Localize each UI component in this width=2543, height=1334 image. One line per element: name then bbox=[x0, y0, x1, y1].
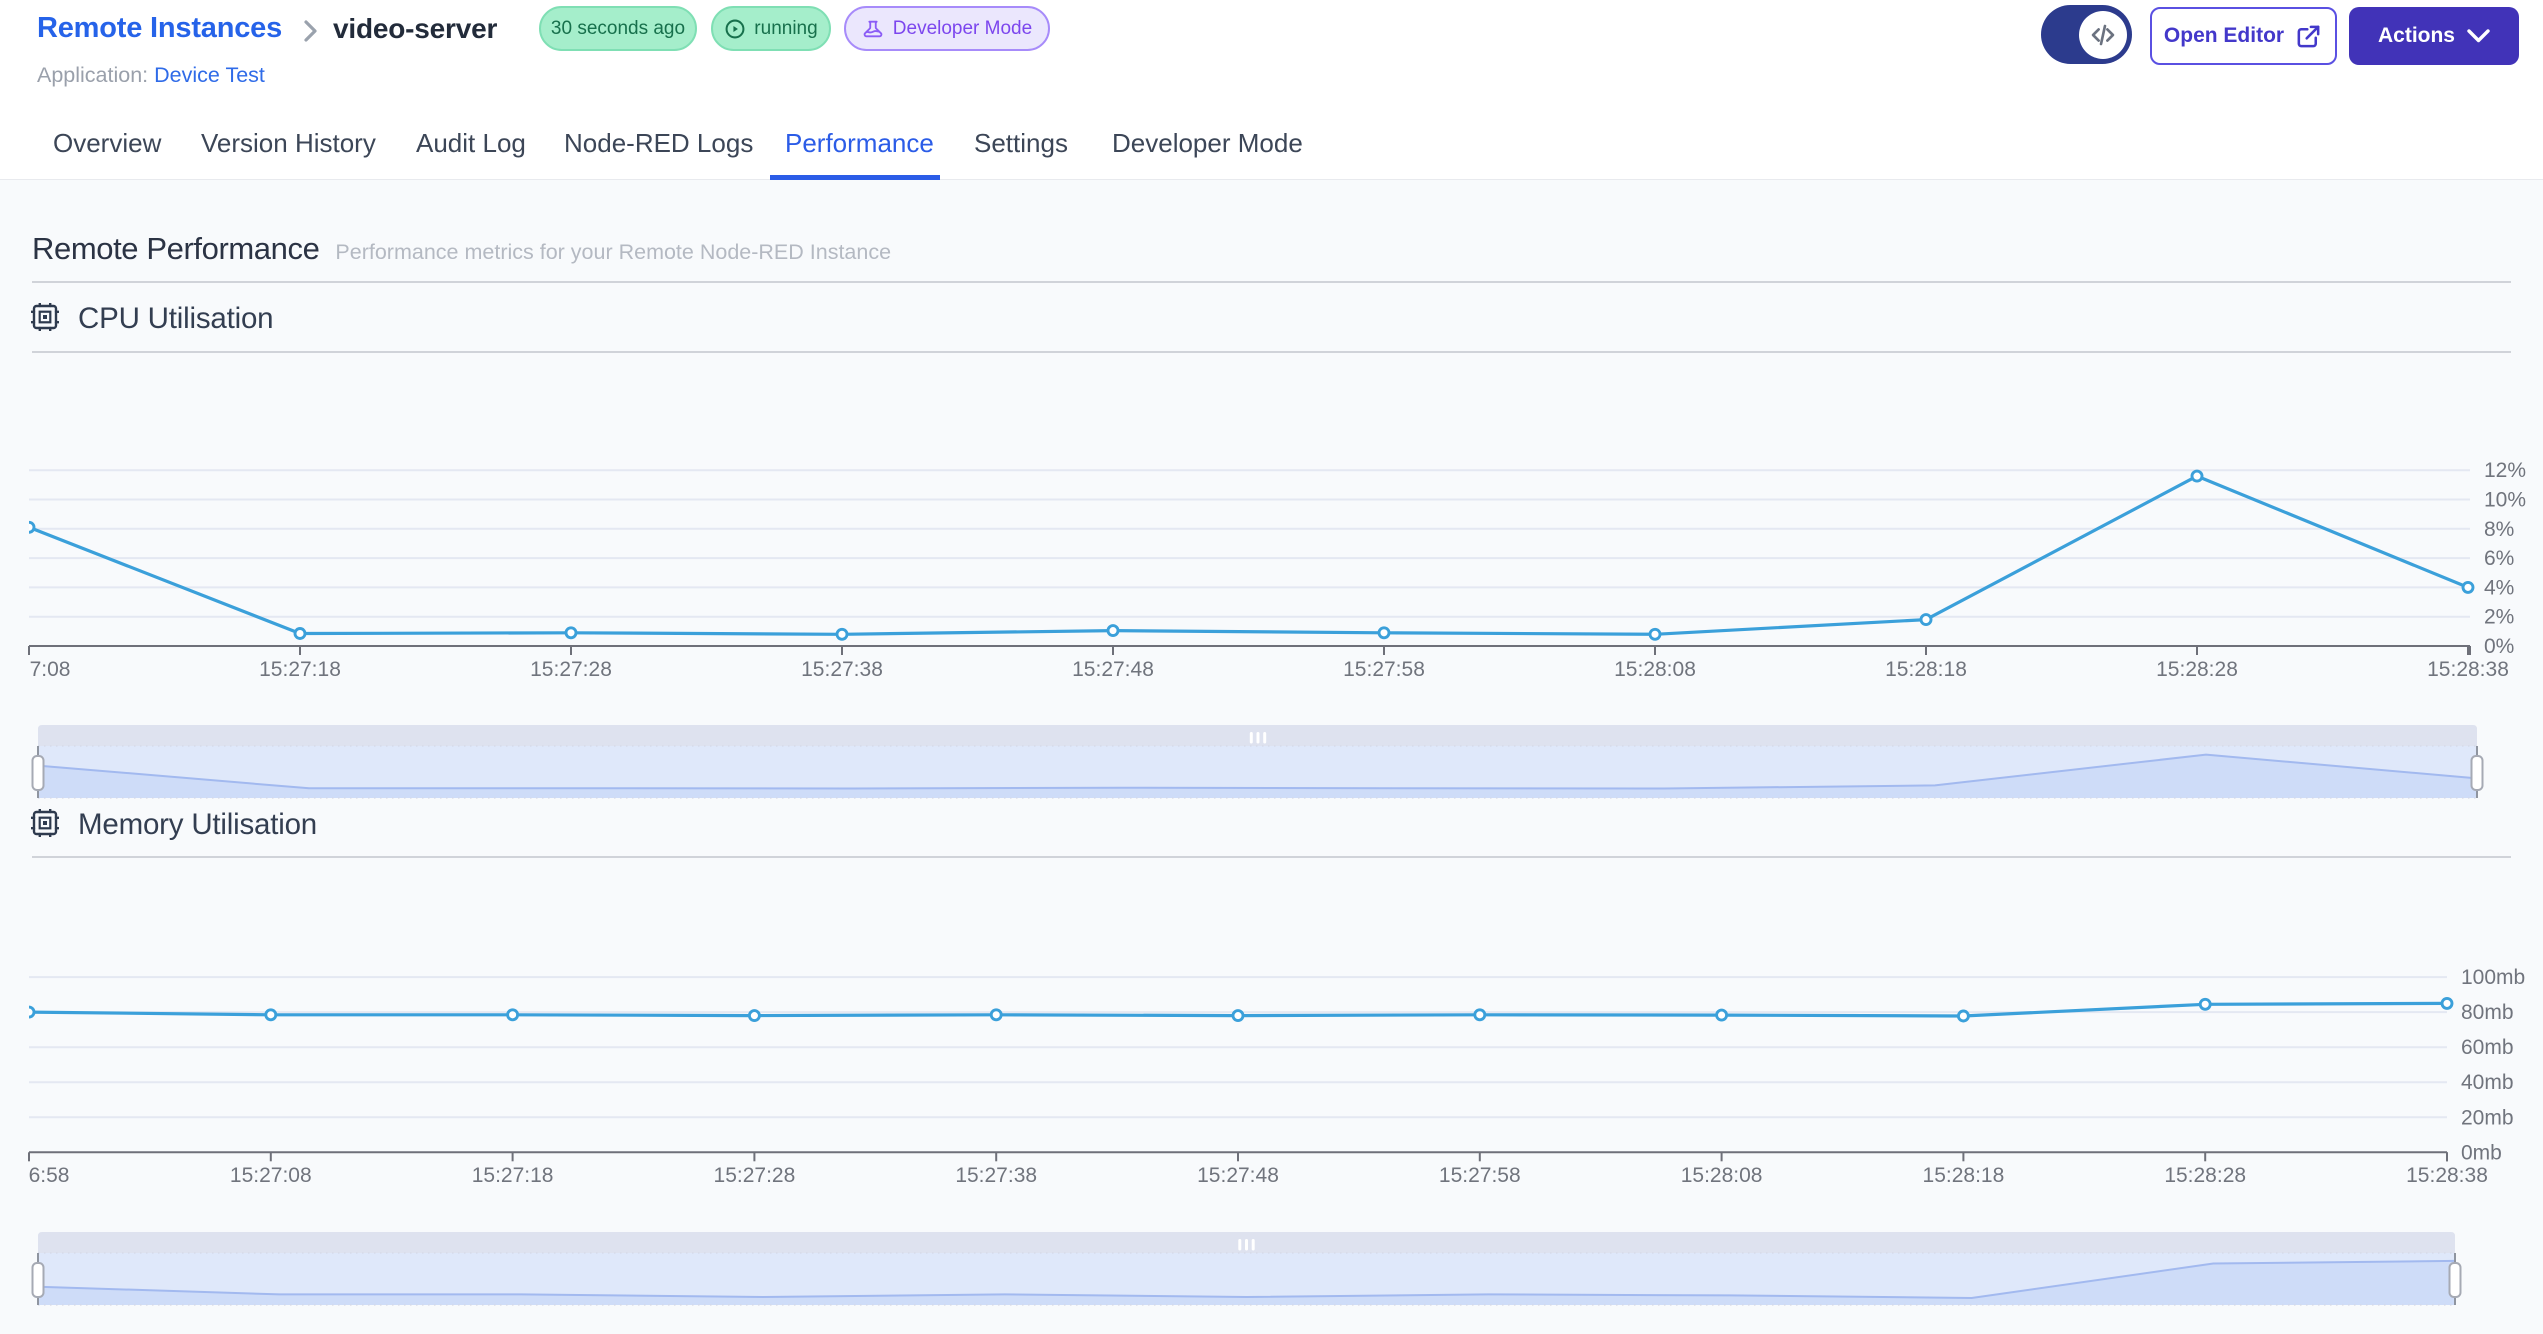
svg-text:15:28:28: 15:28:28 bbox=[2156, 658, 2238, 681]
svg-text:15:27:28: 15:27:28 bbox=[530, 658, 612, 681]
svg-text:80mb: 80mb bbox=[2461, 1001, 2514, 1024]
svg-text:15:27:28: 15:27:28 bbox=[714, 1164, 796, 1187]
svg-text:6:58: 6:58 bbox=[29, 1164, 70, 1187]
svg-text:60mb: 60mb bbox=[2461, 1036, 2514, 1059]
svg-text:0%: 0% bbox=[2484, 635, 2514, 658]
svg-text:15:27:18: 15:27:18 bbox=[259, 658, 341, 681]
svg-text:10%: 10% bbox=[2484, 489, 2526, 512]
svg-text:15:28:18: 15:28:18 bbox=[1885, 658, 1967, 681]
svg-text:20mb: 20mb bbox=[2461, 1106, 2514, 1129]
svg-text:4%: 4% bbox=[2484, 576, 2514, 599]
svg-text:6%: 6% bbox=[2484, 547, 2514, 570]
svg-text:15:28:08: 15:28:08 bbox=[1614, 658, 1696, 681]
svg-text:15:27:48: 15:27:48 bbox=[1197, 1164, 1279, 1187]
svg-text:100mb: 100mb bbox=[2461, 966, 2525, 989]
svg-text:15:28:08: 15:28:08 bbox=[1681, 1164, 1763, 1187]
svg-text:15:27:48: 15:27:48 bbox=[1072, 658, 1154, 681]
svg-text:15:28:18: 15:28:18 bbox=[1923, 1164, 2005, 1187]
svg-text:15:27:18: 15:27:18 bbox=[472, 1164, 554, 1187]
svg-text:8%: 8% bbox=[2484, 518, 2514, 541]
svg-text:15:28:38: 15:28:38 bbox=[2427, 658, 2509, 681]
svg-text:12%: 12% bbox=[2484, 459, 2526, 482]
svg-text:15:27:08: 15:27:08 bbox=[230, 1164, 312, 1187]
svg-text:15:28:38: 15:28:38 bbox=[2406, 1164, 2488, 1187]
svg-text:15:28:28: 15:28:28 bbox=[2164, 1164, 2246, 1187]
svg-text:2%: 2% bbox=[2484, 606, 2514, 629]
svg-text:15:27:38: 15:27:38 bbox=[801, 658, 883, 681]
svg-text:15:27:38: 15:27:38 bbox=[955, 1164, 1037, 1187]
svg-text:15:27:58: 15:27:58 bbox=[1439, 1164, 1521, 1187]
svg-text:7:08: 7:08 bbox=[30, 658, 71, 681]
svg-text:40mb: 40mb bbox=[2461, 1071, 2514, 1094]
svg-text:15:27:58: 15:27:58 bbox=[1343, 658, 1425, 681]
svg-text:0mb: 0mb bbox=[2461, 1141, 2502, 1164]
